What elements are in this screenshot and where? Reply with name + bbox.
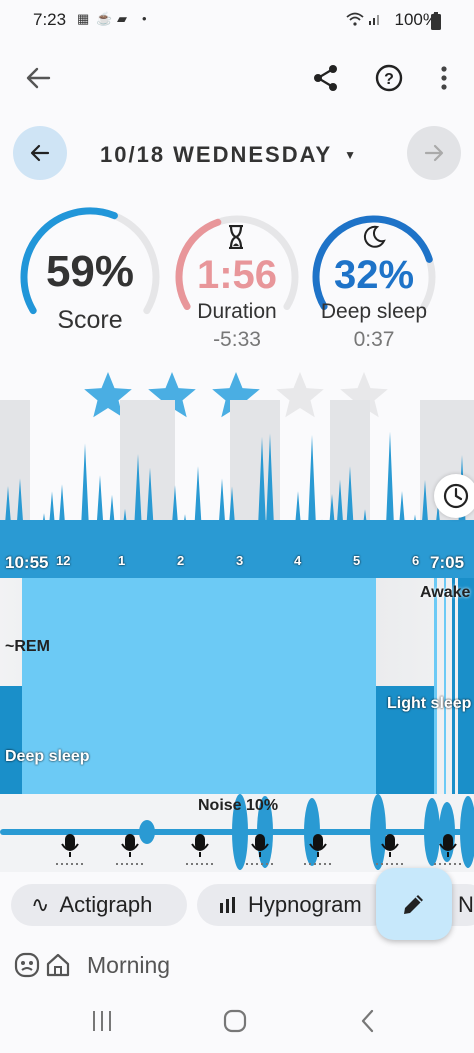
share-icon (314, 65, 337, 91)
wifi-icon (346, 12, 364, 29)
deep-sleep-value: 32% (333, 253, 415, 297)
rem-label: ~REM (5, 638, 50, 655)
time-tick-label: 5 (353, 553, 361, 568)
hypnogram-chart: Awake ~REM Light sleep Deep sleep (0, 578, 474, 794)
deep-sleep-duration: 0:37 (353, 328, 395, 351)
deep-sleep-label: Deep sleep (320, 300, 428, 323)
bookmark-icon: ▰ (117, 11, 127, 26)
arrow-left-icon (30, 144, 50, 162)
clock-button[interactable] (434, 474, 474, 518)
edit-fab[interactable] (376, 868, 452, 940)
coffee-icon: ☕ (96, 11, 113, 26)
next-day-button[interactable] (407, 126, 461, 180)
time-tick-label: 7:05 (430, 553, 465, 572)
more-icon (441, 66, 447, 90)
noise-spike (139, 820, 155, 844)
time-tick-label: 3 (236, 553, 244, 568)
noise-spike (370, 794, 386, 870)
moon-icon (362, 225, 386, 254)
score-label: Score (57, 306, 123, 334)
noise-label: Noise 10% (198, 797, 279, 814)
signal-icon (368, 13, 382, 28)
svg-text:?: ? (384, 71, 394, 88)
status-bar: 7:23 ▦ ☕ ▰ • 100% (0, 0, 474, 42)
time-tick-label: 1 (118, 553, 126, 568)
battery-icon (431, 12, 441, 35)
awake-line (444, 578, 446, 794)
time-tick-label: 4 (294, 553, 302, 568)
dropdown-caret-icon: ▼ (344, 148, 359, 162)
time-tick-label: 12 (56, 553, 71, 568)
recents-icon[interactable] (91, 1010, 113, 1032)
share-button[interactable] (306, 58, 346, 98)
more-options-button[interactable] (426, 58, 462, 98)
notification-dot-icon: • (142, 11, 147, 26)
actigraph-chip-label: Actigraph (59, 892, 153, 917)
deep-sleep-label: Deep sleep (5, 748, 90, 765)
duration-delta: -5:33 (213, 328, 261, 351)
morning-tag[interactable]: Morning (87, 952, 170, 979)
bars-icon (220, 897, 235, 913)
date-selector[interactable]: 10/18 WEDNESDAY ▼ (100, 140, 370, 170)
snore-tag-icon (14, 952, 40, 983)
awake-label: Awake (420, 584, 471, 601)
system-navigation-bar (0, 990, 474, 1053)
light-sleep-label: Light sleep (387, 695, 472, 712)
date-label: 10/18 WEDNESDAY (100, 142, 333, 167)
hypnogram-chip[interactable]: Hypnogram (197, 884, 393, 926)
duration-value: 1:56 (196, 253, 278, 297)
time-tick-label: 2 (177, 553, 185, 568)
help-button[interactable]: ? (369, 58, 409, 98)
back-button[interactable] (18, 58, 58, 98)
clock-icon (443, 483, 469, 509)
time-tick-label: 10:55 (5, 553, 49, 572)
noise-spike (424, 798, 440, 866)
time-axis: 10:55 12 1 2 3 4 5 6 7:05 (0, 553, 474, 575)
pencil-icon (404, 895, 423, 914)
score-value: 59% (45, 247, 135, 296)
calendar-icon: ▦ (77, 11, 90, 26)
wave-icon: ∿ (31, 892, 50, 917)
arrow-right-icon (424, 144, 444, 162)
back-arrow-icon (26, 67, 51, 89)
help-icon: ? (375, 64, 403, 92)
awake-line (452, 578, 455, 794)
previous-day-button[interactable] (13, 126, 67, 180)
back-nav-icon[interactable] (360, 1009, 374, 1033)
home-nav-icon[interactable] (223, 1009, 247, 1033)
hourglass-icon (227, 224, 245, 254)
status-time: 7:23 (33, 10, 67, 29)
awake-line (434, 578, 437, 794)
actigraph-chip[interactable]: ∿ Actigraph (11, 884, 187, 926)
home-icon (45, 952, 71, 983)
duration-label: Duration (197, 300, 277, 323)
light-sleep-block (458, 578, 474, 794)
deep-sleep-block (0, 686, 22, 794)
time-tick-label: 6 (412, 553, 420, 568)
noise-chip-label: N (458, 892, 474, 917)
hypnogram-chip-label: Hypnogram (248, 892, 362, 917)
